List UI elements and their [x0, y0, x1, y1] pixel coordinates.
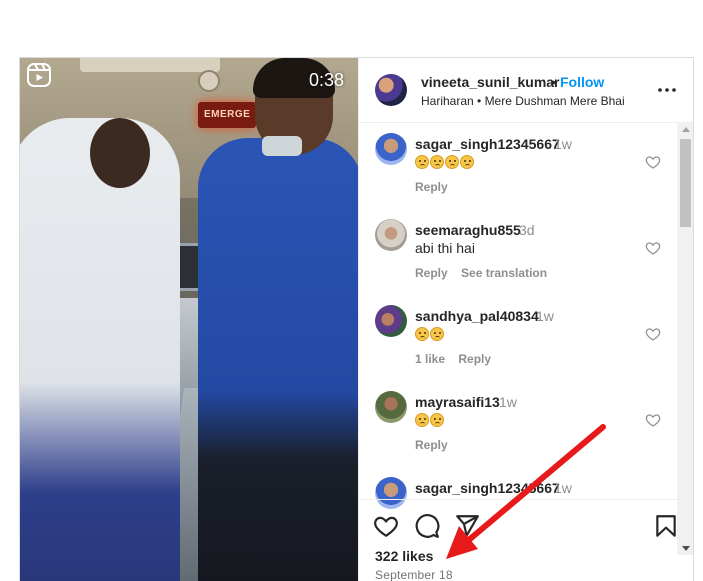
post-date[interactable]: September 18 — [375, 568, 453, 581]
worried-face-emoji — [445, 155, 459, 169]
comment-time[interactable]: 1w — [536, 308, 554, 324]
header-separator: • — [551, 74, 556, 90]
post-side-panel: vineeta_sunil_kumar • Follow Hariharan •… — [358, 58, 693, 581]
comment-username[interactable]: mayrasaifi13 — [415, 394, 500, 410]
author-username[interactable]: vineeta_sunil_kumar — [421, 74, 560, 90]
comments-scrollbar[interactable] — [677, 123, 693, 555]
reel-video[interactable]: EMERGE 0:38 — [20, 58, 358, 581]
scrollbar-thumb[interactable] — [680, 139, 691, 227]
worried-face-emoji — [430, 327, 444, 341]
comment-actions: Reply — [415, 180, 458, 194]
reply-button[interactable]: Reply — [415, 266, 448, 280]
comment-like-count[interactable]: 1 like — [415, 352, 445, 366]
comment-like-heart-icon[interactable] — [645, 412, 661, 428]
comment-text — [415, 412, 445, 428]
post-actions-bar: 322 likes September 18 — [359, 499, 693, 581]
worried-face-emoji — [430, 413, 444, 427]
worried-face-emoji — [460, 155, 474, 169]
reels-icon — [27, 63, 51, 87]
audio-track[interactable]: Hariharan • Mere Dushman Mere Bhai — [421, 94, 625, 108]
video-emergency-sign: EMERGE — [198, 102, 256, 128]
comment-time[interactable]: 3d — [519, 222, 535, 238]
commenter-avatar[interactable] — [375, 305, 407, 337]
comment-actions: 1 like Reply — [415, 352, 501, 366]
video-person-left — [20, 118, 180, 581]
comment-username[interactable]: sandhya_pal40834 — [415, 308, 539, 324]
commenter-avatar[interactable] — [375, 133, 407, 165]
video-duration: 0:38 — [308, 70, 344, 90]
scroll-up-arrow-icon[interactable] — [682, 127, 690, 132]
comment-like-heart-icon[interactable] — [645, 326, 661, 342]
follow-button[interactable]: Follow — [560, 74, 604, 90]
see-translation-button[interactable]: See translation — [461, 266, 547, 280]
bookmark-icon[interactable] — [653, 513, 679, 539]
post-header: vineeta_sunil_kumar • Follow Hariharan •… — [359, 58, 693, 123]
comment-icon[interactable] — [414, 513, 440, 539]
comment-item: mayrasaifi13 1w Reply — [359, 381, 679, 467]
comment-item: sagar_singh12345667 1w Reply — [359, 123, 679, 209]
worried-face-emoji — [415, 155, 429, 169]
reply-button[interactable]: Reply — [415, 180, 448, 194]
video-person-left-head — [90, 118, 150, 188]
comments-list: sagar_singh12345667 1w Reply seemaraghu8… — [359, 123, 693, 555]
post-card: EMERGE 0:38 vineeta_sunil_kumar • Follow… — [19, 57, 694, 581]
comment-item: seemaraghu855 3d abi thi hai Reply See t… — [359, 209, 679, 295]
comment-text — [415, 326, 445, 342]
comment-time[interactable]: 1w — [554, 480, 572, 496]
comment-time[interactable]: 1w — [499, 394, 517, 410]
comment-username[interactable]: seemaraghu855 — [415, 222, 521, 238]
comment-like-heart-icon[interactable] — [645, 240, 661, 256]
comment-actions: Reply See translation — [415, 266, 557, 280]
video-face-mask — [262, 136, 302, 156]
video-sign-text: EMERGE — [204, 109, 251, 120]
comment-time[interactable]: 1w — [554, 136, 572, 152]
commenter-avatar[interactable] — [375, 219, 407, 251]
more-horizontal-icon[interactable] — [655, 80, 679, 100]
comment-text — [415, 154, 475, 170]
comment-actions: Reply — [415, 438, 458, 452]
comment-item: sandhya_pal40834 1w 1 like Reply — [359, 295, 679, 381]
video-ceiling-light — [80, 58, 220, 72]
comment-username[interactable]: sagar_singh12345667 — [415, 136, 560, 152]
likes-count[interactable]: 322 likes — [375, 548, 433, 564]
like-heart-icon[interactable] — [373, 513, 399, 539]
worried-face-emoji — [430, 155, 444, 169]
worried-face-emoji — [415, 327, 429, 341]
video-person-right — [198, 138, 358, 581]
reply-button[interactable]: Reply — [415, 438, 448, 452]
comment-text: abi thi hai — [415, 240, 475, 256]
video-wall-clock — [198, 70, 220, 92]
comment-like-heart-icon[interactable] — [645, 154, 661, 170]
reply-button[interactable]: Reply — [458, 352, 491, 366]
share-icon[interactable] — [454, 513, 480, 539]
commenter-avatar[interactable] — [375, 391, 407, 423]
comment-username[interactable]: sagar_singh12345667 — [415, 480, 560, 496]
worried-face-emoji — [415, 413, 429, 427]
author-avatar[interactable] — [375, 74, 407, 106]
